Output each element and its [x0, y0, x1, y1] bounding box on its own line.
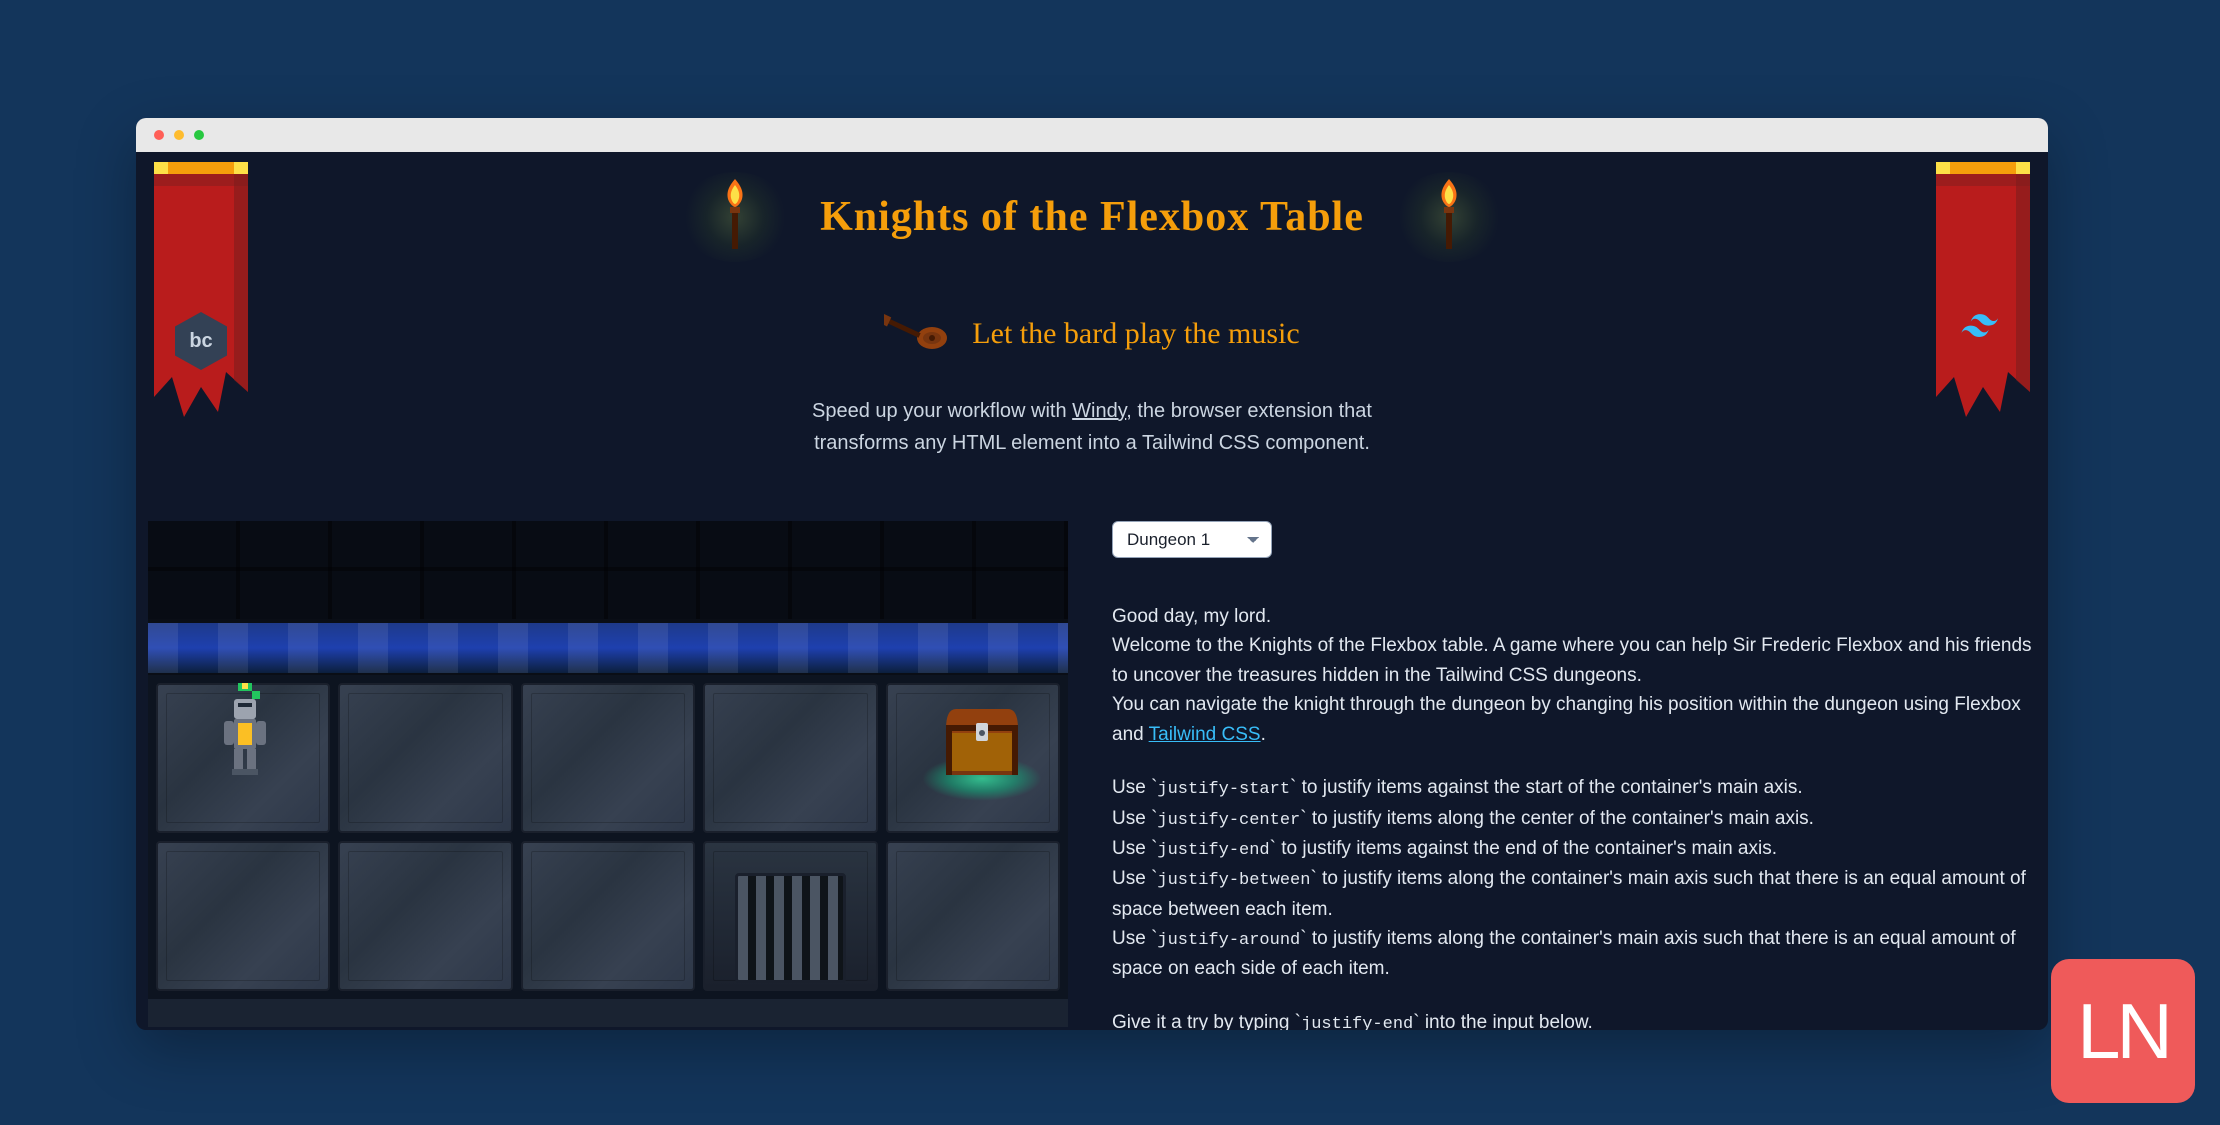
bard-toggle[interactable]: Let the bard play the music [136, 312, 2048, 355]
page-title: Knights of the Flexbox Table [820, 193, 1364, 241]
beyondcode-icon[interactable]: bc [175, 312, 227, 370]
left-banner: bc [146, 162, 256, 432]
greeting: Good day, my lord. [1112, 602, 2036, 631]
tailwind-icon[interactable] [1961, 312, 2005, 340]
instruction: Use `justify-start` to justify items aga… [1112, 773, 2036, 803]
right-banner [1928, 162, 2038, 432]
instruction: Use `justify-between` to justify items a… [1112, 864, 2036, 924]
chest-sprite [942, 703, 1022, 779]
tailwind-link[interactable]: Tailwind CSS [1149, 724, 1261, 745]
instruction: Use `justify-center` to justify items al… [1112, 804, 2036, 834]
instructions-panel: Dungeon 1 Good day, my lord. Welcome to … [1112, 521, 2036, 1030]
browser-window: bc [136, 118, 2048, 1030]
game-page: bc [136, 152, 2048, 1030]
floor-tile [521, 683, 695, 833]
dungeon-water [148, 623, 1068, 675]
floor-tile [886, 841, 1060, 991]
windy-link[interactable]: Windy [1072, 400, 1126, 422]
floor-tile [521, 841, 695, 991]
instruction-list: Use `justify-start` to justify items aga… [1112, 773, 2036, 984]
instruction: Use `justify-end` to justify items again… [1112, 834, 2036, 864]
floor-tile [156, 841, 330, 991]
knight-sprite [210, 681, 280, 775]
floor-tile [338, 683, 512, 833]
lute-icon [884, 312, 948, 355]
promo-text: Speed up your workflow with Windy, the b… [812, 395, 1372, 459]
header: Knights of the Flexbox Table [136, 152, 2048, 459]
minimize-icon[interactable] [174, 130, 184, 140]
ln-badge-icon: LN [2051, 959, 2195, 1103]
game-board [148, 521, 1068, 1027]
instruction: Use `justify-around` to justify items al… [1112, 924, 2036, 984]
floor-grate [703, 841, 877, 991]
window-chrome [136, 118, 2048, 152]
torch-icon [1394, 172, 1504, 262]
close-icon[interactable] [154, 130, 164, 140]
intro-text: Good day, my lord. Welcome to the Knight… [1112, 602, 2036, 749]
bard-label: Let the bard play the music [972, 317, 1299, 351]
torch-icon [680, 172, 790, 262]
floor-tile [338, 841, 512, 991]
dungeon-floor [148, 675, 1068, 999]
try-it-text: Give it a try by typing `justify-end` in… [1112, 1008, 2036, 1030]
welcome: Welcome to the Knights of the Flexbox ta… [1112, 631, 2036, 690]
level-select[interactable]: Dungeon 1 [1112, 521, 1272, 558]
maximize-icon[interactable] [194, 130, 204, 140]
nav-line: You can navigate the knight through the … [1112, 690, 2036, 749]
dungeon-wall [148, 521, 1068, 623]
floor-tile [703, 683, 877, 833]
